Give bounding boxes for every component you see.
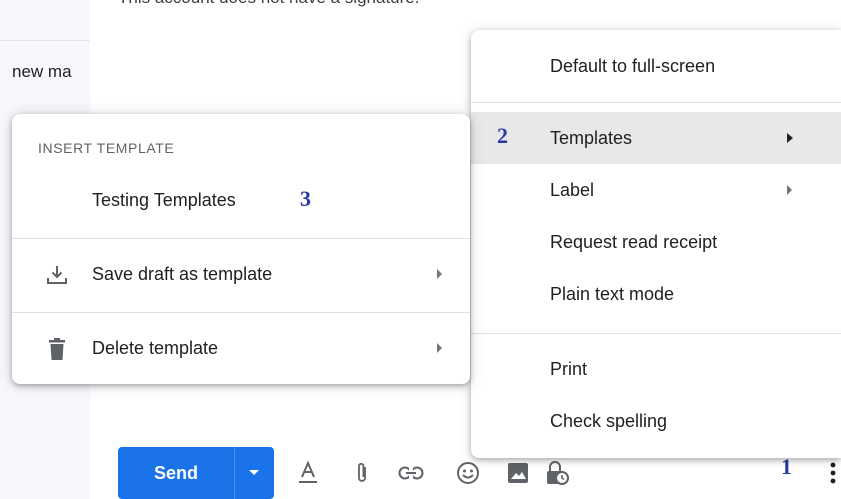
menu-item-label: Request read receipt <box>550 231 718 252</box>
submenu-arrow-icon <box>437 269 442 279</box>
schedule-send-button[interactable] <box>235 447 273 499</box>
attach-icon[interactable] <box>352 460 372 486</box>
step-annotation-3: 3 <box>300 186 311 211</box>
submenu-divider <box>12 238 470 239</box>
templates-submenu: INSERT TEMPLATE Testing Templates 3 Save… <box>12 114 470 384</box>
template-item-testing-templates[interactable]: Testing Templates 3 <box>12 174 470 226</box>
menu-item-templates[interactable]: 2 Templates <box>471 112 841 164</box>
menu-item-label: Templates <box>550 127 633 148</box>
menu-item-plain-text-mode[interactable]: Plain text mode <box>471 268 841 320</box>
link-icon[interactable] <box>398 460 424 486</box>
send-button[interactable]: Send <box>118 463 234 484</box>
menu-item-label: Plain text mode <box>550 283 675 304</box>
download-icon <box>44 262 70 288</box>
more-options-icon[interactable] <box>826 460 840 486</box>
delete-template-item[interactable]: Delete template <box>12 322 470 374</box>
submenu-header: INSERT TEMPLATE <box>38 140 175 156</box>
menu-item-label: Check spelling <box>550 410 668 431</box>
menu-item-default-full-screen[interactable]: Default to full-screen <box>471 40 841 92</box>
send-button-group: Send <box>118 447 274 499</box>
more-options-menu: Default to full-screen 2 Templates Label… <box>471 30 841 458</box>
confidential-icon[interactable] <box>544 460 570 486</box>
menu-divider <box>471 102 841 103</box>
submenu-arrow-icon <box>787 133 793 143</box>
template-item-label: Testing Templates <box>92 189 236 210</box>
menu-item-label-submenu[interactable]: Label <box>471 164 841 216</box>
trash-icon <box>44 336 70 362</box>
inbox-item-fragment[interactable]: new ma <box>12 62 90 82</box>
inbox-divider <box>0 40 90 41</box>
menu-item-check-spelling[interactable]: Check spelling <box>471 395 841 447</box>
save-draft-as-template-item[interactable]: Save draft as template <box>12 248 470 300</box>
template-item-label: Delete template <box>92 337 219 358</box>
menu-item-label: Default to full-screen <box>550 55 716 76</box>
emoji-icon[interactable] <box>455 460 481 486</box>
submenu-arrow-icon <box>437 343 442 353</box>
template-item-label: Save draft as template <box>92 263 273 284</box>
caret-down-icon <box>249 470 259 475</box>
submenu-divider <box>12 312 470 313</box>
menu-item-label: Print <box>550 358 588 379</box>
menu-item-request-read-receipt[interactable]: Request read receipt <box>471 216 841 268</box>
step-annotation-2: 2 <box>497 123 508 148</box>
formatting-icon[interactable] <box>296 460 320 486</box>
signature-text: This account does not have a signature. <box>118 0 419 8</box>
submenu-arrow-icon <box>787 185 792 195</box>
menu-divider <box>471 333 841 334</box>
menu-item-label: Label <box>550 179 595 200</box>
menu-item-print[interactable]: Print <box>471 343 841 395</box>
photo-icon[interactable] <box>506 460 530 486</box>
